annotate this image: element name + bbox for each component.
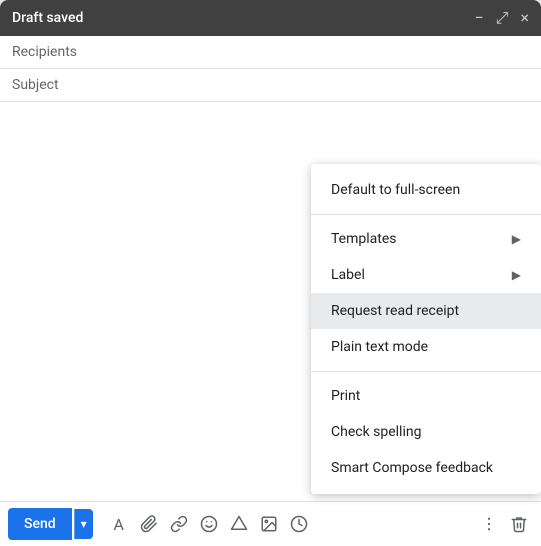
photo-icon[interactable] xyxy=(255,510,283,538)
more-options-icon[interactable] xyxy=(475,510,503,538)
title-bar-actions: − ⤢ × xyxy=(474,10,529,26)
menu-item-label: Check spelling xyxy=(331,424,421,440)
link-icon[interactable] xyxy=(165,510,193,538)
minimize-button[interactable]: − xyxy=(474,10,483,26)
send-arrow-button[interactable]: ▾ xyxy=(74,509,93,539)
menu-item-arrow-icon: ▶ xyxy=(512,232,521,246)
compose-window: Draft saved − ⤢ × Recipients Subject Sen… xyxy=(0,0,541,546)
clock-icon[interactable] xyxy=(285,510,313,538)
attach-icon[interactable] xyxy=(135,510,163,538)
compose-fields: Recipients Subject xyxy=(0,36,541,102)
menu-item-label[interactable]: Label ▶ xyxy=(311,257,541,293)
recipients-label: Recipients xyxy=(12,44,77,60)
recipients-field[interactable]: Recipients xyxy=(0,36,541,69)
menu-divider xyxy=(311,371,541,372)
menu-item-check-spelling[interactable]: Check spelling xyxy=(311,414,541,450)
subject-label: Subject xyxy=(12,77,59,93)
menu-item-label: Smart Compose feedback xyxy=(331,460,493,476)
menu-item-label: Templates xyxy=(331,231,397,247)
menu-item-label: Plain text mode xyxy=(331,339,428,355)
menu-item-smart-compose-feedback[interactable]: Smart Compose feedback xyxy=(311,450,541,486)
menu-item-request-read-receipt[interactable]: Request read receipt xyxy=(311,293,541,329)
delete-icon[interactable] xyxy=(505,510,533,538)
menu-item-default-fullscreen[interactable]: Default to full-screen xyxy=(311,172,541,208)
drive-icon[interactable] xyxy=(225,510,253,538)
window-title: Draft saved xyxy=(12,10,83,26)
menu-item-arrow-icon: ▶ xyxy=(512,268,521,282)
compose-toolbar: Send ▾ A xyxy=(0,501,541,546)
emoji-icon[interactable] xyxy=(195,510,223,538)
menu-item-label: Print xyxy=(331,388,360,404)
expand-button[interactable]: ⤢ xyxy=(496,10,509,26)
title-bar: Draft saved − ⤢ × xyxy=(0,0,541,36)
menu-item-print[interactable]: Print xyxy=(311,378,541,414)
menu-item-label: Request read receipt xyxy=(331,303,459,319)
menu-item-label: Label xyxy=(331,267,365,283)
menu-item-label: Default to full-screen xyxy=(331,182,460,198)
menu-divider xyxy=(311,214,541,215)
context-menu: Default to full-screen Templates ▶ Label ▶ Re… xyxy=(311,164,541,494)
subject-field[interactable]: Subject xyxy=(0,69,541,102)
formatting-icon[interactable]: A xyxy=(105,510,133,538)
menu-item-plain-text-mode[interactable]: Plain text mode xyxy=(311,329,541,365)
send-button[interactable]: Send xyxy=(8,508,72,540)
menu-item-templates[interactable]: Templates ▶ xyxy=(311,221,541,257)
close-button[interactable]: × xyxy=(520,10,529,26)
